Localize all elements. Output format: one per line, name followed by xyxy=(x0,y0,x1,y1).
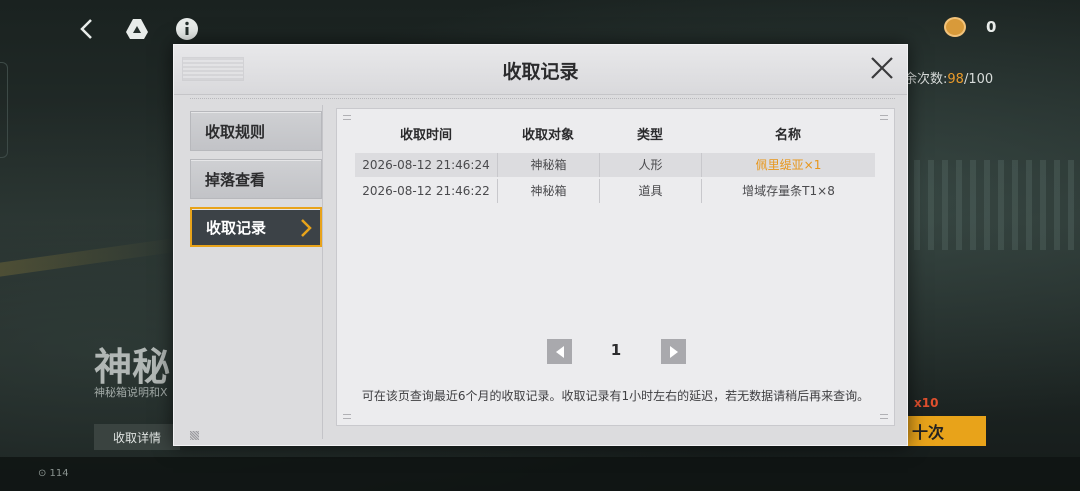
info-icon[interactable] xyxy=(174,16,200,42)
remaining-label: 余次数: xyxy=(904,72,948,87)
modal-footer xyxy=(190,431,895,441)
bottom-left-text: ⊙ 114 xyxy=(38,468,69,479)
panel-corner-mark xyxy=(343,115,351,120)
side-nav: 收取规则 掉落查看 收取记录 xyxy=(190,111,324,255)
background-machinery xyxy=(900,160,1080,250)
cell-type: 道具 xyxy=(599,179,701,203)
panel-corner-mark xyxy=(880,414,888,419)
qr-decoration xyxy=(190,431,199,440)
coin-count: 0 xyxy=(986,18,997,36)
remaining-used: 98 xyxy=(947,72,964,87)
page-next-icon xyxy=(669,345,678,358)
remaining-count: 余次数:98/100 xyxy=(904,68,993,87)
x10-label: x10 xyxy=(914,396,939,410)
modal-header: 收取记录 xyxy=(174,45,907,95)
cell-time: 2026-08-12 21:46:24 xyxy=(362,158,490,172)
panel-corner-mark xyxy=(343,414,351,419)
modal-title: 收取记录 xyxy=(502,60,579,83)
pagination: 1 xyxy=(547,339,687,365)
left-edge-tab[interactable] xyxy=(0,62,8,158)
cell-type: 人形 xyxy=(599,153,701,177)
cell-name: 增域存量条T1×8 xyxy=(701,179,875,203)
cell-time: 2026-08-12 21:46:22 xyxy=(362,184,490,198)
background-subtitle: 神秘箱说明和X xyxy=(94,386,168,399)
side-divider xyxy=(322,105,323,439)
page-prev-icon xyxy=(555,345,564,358)
records-hint: 可在该页查询最近6个月的收取记录。收取记录有1小时左右的延迟，若无数据请稍后再来… xyxy=(361,389,870,403)
bottom-bar xyxy=(0,457,1080,491)
records-table: 收取时间 收取对象 类型 名称 2026-08-12 21:46:24 神秘箱 … xyxy=(355,115,875,203)
nav-label: 收取规则 xyxy=(205,122,266,141)
nav-collect-rules[interactable]: 收取规则 xyxy=(190,111,322,151)
cell-target: 神秘箱 xyxy=(497,179,599,203)
collect-details-button[interactable]: 收取详情 xyxy=(94,424,180,450)
close-icon xyxy=(871,57,893,79)
drive-icon[interactable] xyxy=(124,16,150,42)
table-row: 2026-08-12 21:46:22 神秘箱 道具 增域存量条T1×8 xyxy=(355,179,875,203)
cell-target: 神秘箱 xyxy=(497,153,599,177)
header-target: 收取对象 xyxy=(521,127,574,143)
nav-label: 收取记录 xyxy=(206,218,267,237)
page-prev-button[interactable] xyxy=(547,339,572,364)
collect-records-modal: 收取记录 收取规则 掉落查看 收取记录 收取时间 收取对象 类型 名称 2026… xyxy=(173,44,908,446)
current-page: 1 xyxy=(610,341,622,359)
table-header: 收取时间 收取对象 类型 名称 xyxy=(355,115,875,151)
ten-times-button[interactable]: 十次 xyxy=(906,416,986,446)
remaining-total: /100 xyxy=(963,72,994,87)
nav-drop-view[interactable]: 掉落查看 xyxy=(190,159,322,199)
header-name: 名称 xyxy=(774,127,801,143)
header-divider xyxy=(190,98,895,102)
header-type: 类型 xyxy=(636,127,663,143)
chevron-right-icon xyxy=(301,219,312,237)
table-row: 2026-08-12 21:46:24 神秘箱 人形 佩里缇亚×1 xyxy=(355,153,875,177)
back-icon[interactable] xyxy=(74,16,100,42)
header-time: 收取时间 xyxy=(399,127,452,143)
panel-corner-mark xyxy=(880,115,888,120)
coin-icon xyxy=(944,17,966,37)
close-button[interactable] xyxy=(867,53,897,83)
background-title: 神秘 xyxy=(94,345,171,389)
nav-collect-records[interactable]: 收取记录 xyxy=(190,207,322,247)
cell-name: 佩里缇亚×1 xyxy=(701,153,875,177)
records-panel: 收取时间 收取对象 类型 名称 2026-08-12 21:46:24 神秘箱 … xyxy=(336,108,895,426)
nav-label: 掉落查看 xyxy=(205,170,266,189)
page-next-button[interactable] xyxy=(661,339,686,364)
